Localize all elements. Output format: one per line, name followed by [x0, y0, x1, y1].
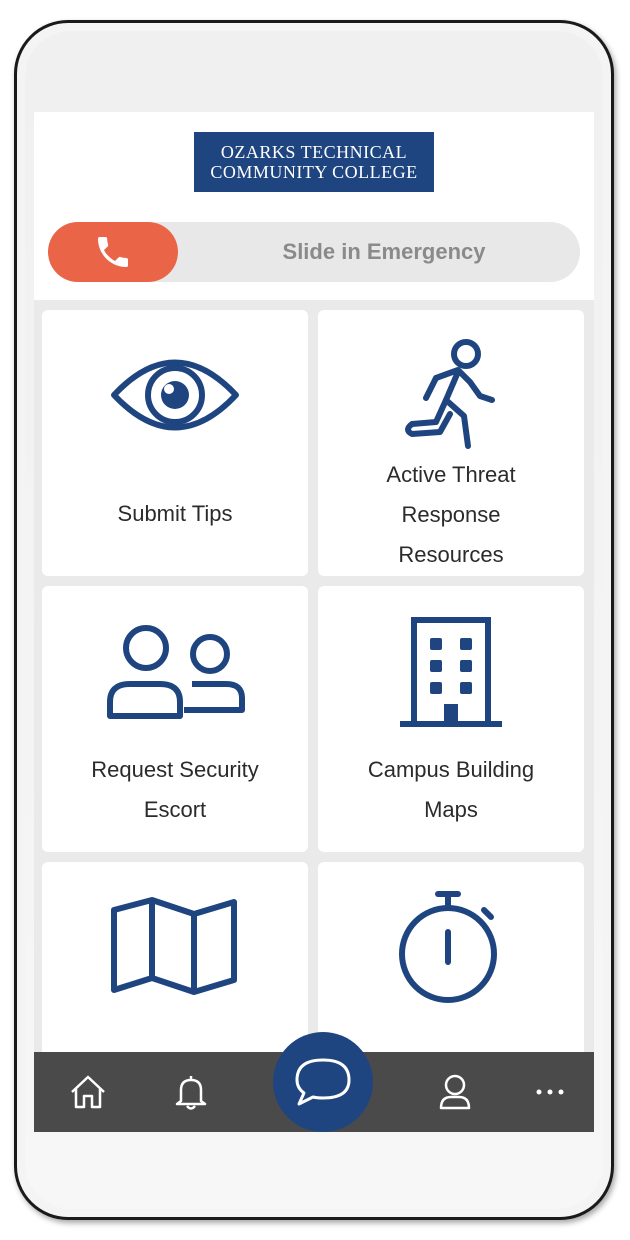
tile-campus-maps[interactable]: Campus Building Maps	[318, 586, 584, 852]
nav-profile[interactable]	[425, 1052, 485, 1132]
people-icon	[107, 625, 245, 719]
nav-notifications[interactable]	[161, 1052, 221, 1132]
tile-security-escort[interactable]: Request Security Escort	[42, 586, 308, 852]
tile-label: Request Security Escort	[91, 757, 259, 822]
home-icon	[71, 1075, 105, 1109]
stopwatch-icon	[399, 891, 497, 1003]
nav-home[interactable]	[58, 1052, 118, 1132]
header: OZARKS TECHNICAL COMMUNITY COLLEGE Slide…	[34, 112, 594, 300]
college-logo: OZARKS TECHNICAL COMMUNITY COLLEGE	[194, 132, 434, 192]
logo-line-2: COMMUNITY COLLEGE	[210, 162, 418, 182]
emergency-slider[interactable]: Slide in Emergency	[48, 222, 580, 282]
tile-label: Campus Building Maps	[367, 757, 535, 822]
phone-icon	[98, 237, 128, 267]
tile-label: Active Threat Response Resources	[386, 462, 516, 567]
nav-more[interactable]	[520, 1052, 580, 1132]
tile-active-threat[interactable]: Active Threat Response Resources	[318, 310, 584, 576]
emergency-slider-label: Slide in Emergency	[282, 239, 486, 264]
bell-icon	[175, 1076, 207, 1110]
app-screen: OZARKS TECHNICAL COMMUNITY COLLEGE Slide…	[34, 112, 594, 1132]
tile-submit-tips[interactable]: Submit Tips	[42, 310, 308, 576]
tile-label: Submit Tips	[117, 501, 233, 526]
eye-icon	[111, 359, 239, 431]
more-icon	[536, 1089, 564, 1095]
emergency-slider-handle[interactable]	[48, 222, 178, 282]
user-icon	[439, 1074, 471, 1110]
logo-line-1: OZARKS TECHNICAL	[220, 142, 408, 162]
running-person-icon	[405, 339, 495, 449]
chat-icon	[295, 1058, 351, 1106]
chat-button[interactable]	[273, 1032, 373, 1132]
building-icon	[400, 617, 502, 727]
map-icon	[111, 897, 237, 995]
